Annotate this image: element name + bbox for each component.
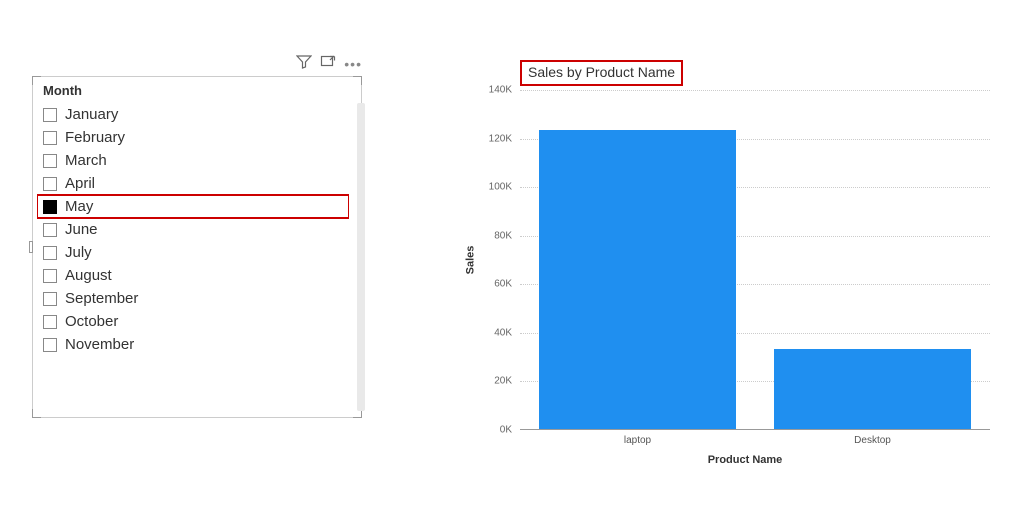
gridline <box>520 90 990 91</box>
resize-handle[interactable] <box>29 241 33 253</box>
checkbox-icon[interactable] <box>43 154 57 168</box>
slicer-item-label: February <box>65 129 125 146</box>
x-tick-label: laptop <box>624 429 651 446</box>
slicer-item-label: January <box>65 106 118 123</box>
resize-handle[interactable] <box>32 76 41 85</box>
chart-title: Sales by Product Name <box>528 64 675 80</box>
y-tick-label: 80K <box>470 230 518 241</box>
slicer-item-label: November <box>65 336 134 353</box>
more-options-icon[interactable]: ••• <box>344 56 362 72</box>
y-tick-label: 40K <box>470 327 518 338</box>
slicer-item[interactable]: May <box>37 195 349 218</box>
slicer-item[interactable]: August <box>37 264 349 287</box>
y-tick-label: 0K <box>470 425 518 436</box>
slicer-item[interactable]: January <box>37 103 349 126</box>
chart-plot: Sales 0K20K40K60K80K100K120K140K laptopD… <box>470 90 1000 430</box>
checkbox-icon[interactable] <box>43 108 57 122</box>
month-slicer[interactable]: Month January February March April May June Ju… <box>32 76 362 418</box>
x-axis-label: Product Name <box>520 454 970 466</box>
y-tick-label: 60K <box>470 279 518 290</box>
slicer-item-label: September <box>65 290 138 307</box>
focus-mode-icon[interactable] <box>320 54 336 75</box>
slicer-item-label: June <box>65 221 98 238</box>
slicer-item[interactable]: November <box>37 333 349 356</box>
checkbox-icon[interactable] <box>43 246 57 260</box>
sales-chart: Sales by Product Name Sales 0K20K40K60K8… <box>460 60 1020 490</box>
slicer-item[interactable]: February <box>37 126 349 149</box>
slicer-body: January February March April May June July Augu… <box>37 103 349 413</box>
y-tick-label: 120K <box>470 133 518 144</box>
slicer-item-label: August <box>65 267 112 284</box>
slicer-item[interactable]: October <box>37 310 349 333</box>
resize-handle[interactable] <box>353 76 362 85</box>
checkbox-icon[interactable] <box>43 269 57 283</box>
plot-area: laptopDesktop <box>520 90 990 430</box>
y-tick-label: 140K <box>470 85 518 96</box>
y-tick-label: 20K <box>470 376 518 387</box>
slicer-item-label: May <box>65 198 93 215</box>
slicer-item-label: July <box>65 244 92 261</box>
slicer-item[interactable]: September <box>37 287 349 310</box>
chart-bar[interactable] <box>774 349 971 429</box>
slicer-item-label: April <box>65 175 95 192</box>
y-axis: 0K20K40K60K80K100K120K140K <box>470 90 518 430</box>
slicer-item[interactable]: June <box>37 218 349 241</box>
y-tick-label: 100K <box>470 182 518 193</box>
slicer-item[interactable]: March <box>37 149 349 172</box>
checkbox-icon[interactable] <box>43 131 57 145</box>
checkbox-icon[interactable] <box>43 177 57 191</box>
slicer-item-label: March <box>65 152 107 169</box>
filter-icon[interactable] <box>296 54 312 75</box>
x-tick-label: Desktop <box>854 429 891 446</box>
chart-title-highlight: Sales by Product Name <box>520 60 683 86</box>
chart-bar[interactable] <box>539 130 736 429</box>
slicer-item[interactable]: July <box>37 241 349 264</box>
slicer-header: Month <box>33 77 361 100</box>
checkbox-icon[interactable] <box>43 292 57 306</box>
checkbox-icon[interactable] <box>43 338 57 352</box>
checkbox-icon[interactable] <box>43 223 57 237</box>
slicer-scrollbar[interactable] <box>357 103 365 411</box>
checkbox-icon[interactable] <box>43 315 57 329</box>
slicer-item-label: October <box>65 313 118 330</box>
visual-toolbar: ••• <box>32 52 362 76</box>
slicer-item[interactable]: April <box>37 172 349 195</box>
checkbox-icon[interactable] <box>43 200 57 214</box>
